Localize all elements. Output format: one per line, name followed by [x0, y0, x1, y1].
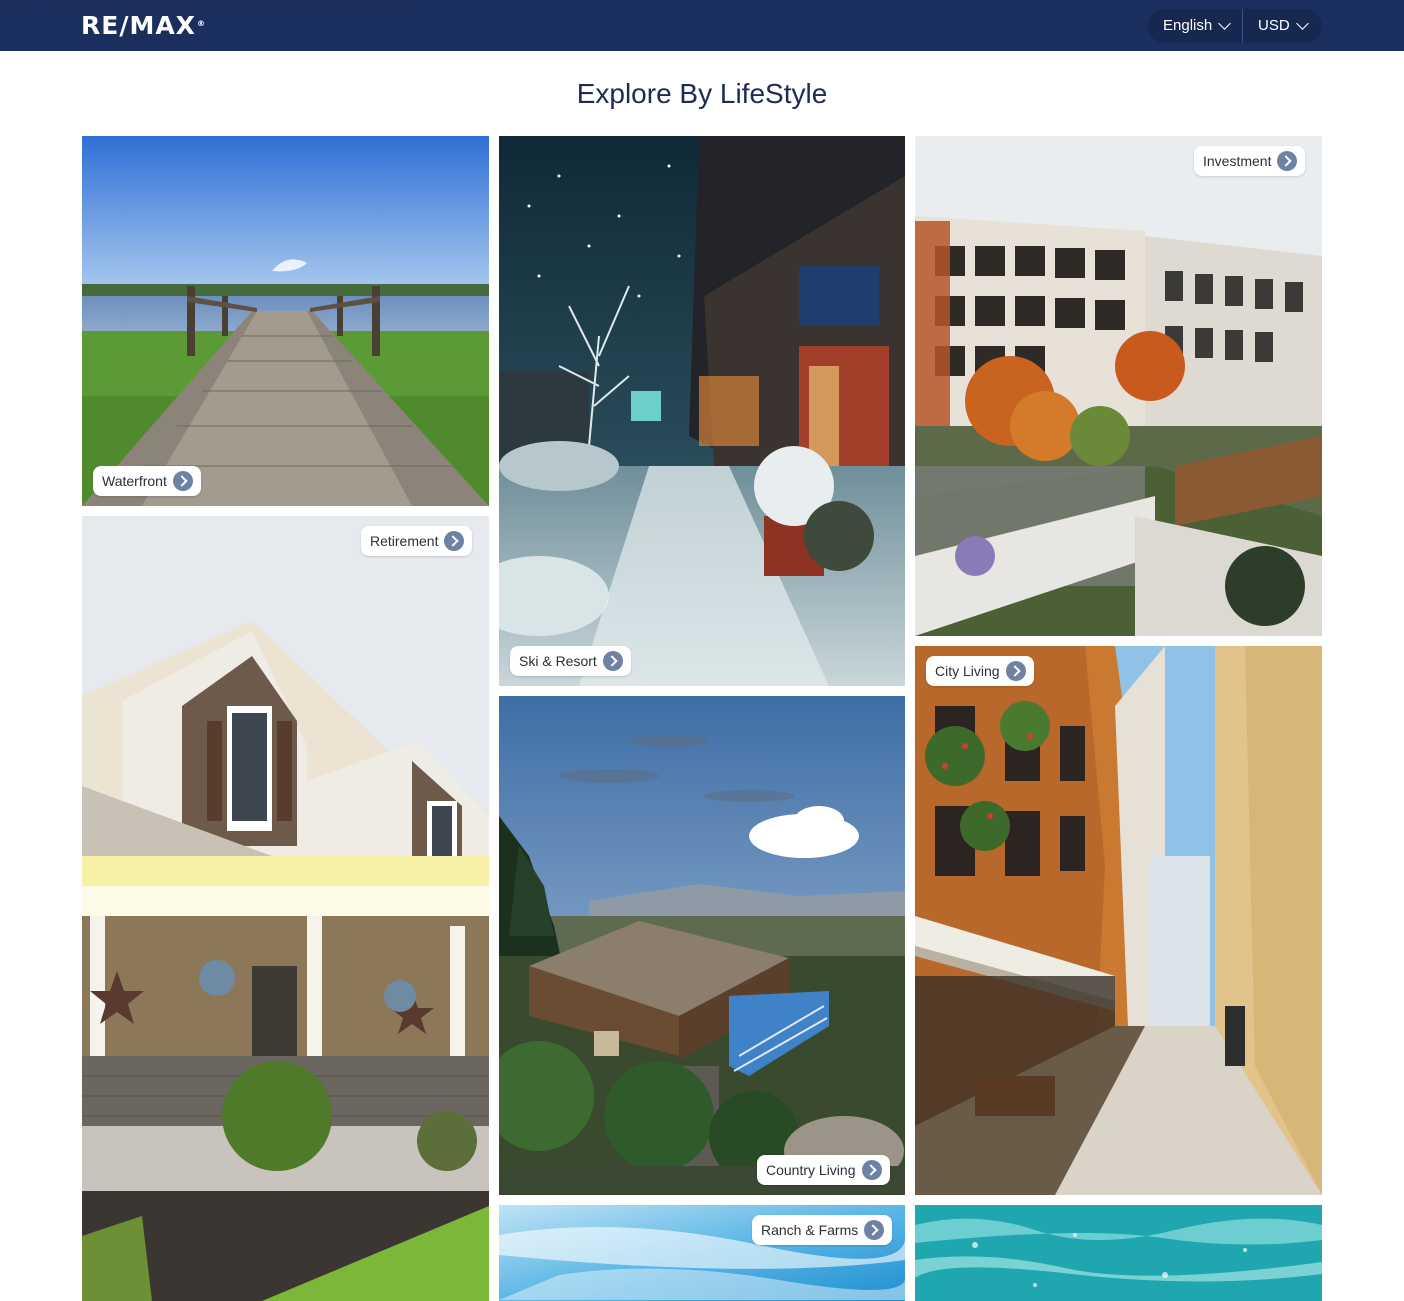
lifestyle-tile-ocean[interactable]: [915, 1205, 1322, 1301]
tile-label-badge[interactable]: Country Living: [757, 1155, 890, 1185]
chevron-right-circle-icon: [444, 531, 465, 551]
lifestyle-tile-ski-resort[interactable]: Ski & Resort: [499, 136, 905, 686]
nav-franchising[interactable]: Franchising: [270, 0, 353, 17]
ski-resort-image: [499, 136, 905, 686]
language-dropdown[interactable]: English: [1163, 16, 1232, 34]
tile-label: Investment: [1203, 153, 1272, 169]
lifestyle-tile-waterfront[interactable]: Waterfront: [82, 136, 489, 506]
lifestyle-tile-retirement[interactable]: Retirement: [82, 516, 489, 1301]
nav-contact[interactable]: Contact: [357, 0, 412, 17]
waterfront-image: [82, 136, 489, 506]
chevron-right-circle-icon: [1005, 661, 1026, 681]
lifestyle-tile-country-living[interactable]: Country Living: [499, 696, 905, 1195]
lifestyle-tile-investment[interactable]: Investment: [915, 136, 1322, 636]
logo-registered-mark: ®: [196, 19, 206, 28]
top-navigation-bar: RE/MAX® About Us Properties Offices & Ag…: [0, 0, 1404, 51]
country-living-image: [499, 696, 905, 1195]
tile-label-badge[interactable]: Ranch & Farms: [752, 1215, 893, 1245]
chevron-right-circle-icon: [172, 471, 193, 491]
locale-selector: English USD: [1148, 9, 1322, 43]
chevron-down-icon: [1218, 16, 1232, 30]
tile-label: Ranch & Farms: [761, 1222, 859, 1238]
tile-label-badge[interactable]: Ski & Resort: [510, 646, 631, 676]
tile-label: Ski & Resort: [519, 653, 597, 669]
chevron-right-circle-icon: [864, 1220, 885, 1240]
city-living-image: [915, 646, 1322, 1195]
retirement-image: [82, 516, 489, 1301]
currency-dropdown[interactable]: USD: [1258, 16, 1309, 34]
section-title: Explore By LifeStyle: [576, 78, 828, 109]
remax-logo[interactable]: RE/MAX®: [81, 12, 206, 40]
lifestyle-tile-city-living[interactable]: City Living: [915, 646, 1322, 1195]
locale-divider: [1242, 9, 1243, 43]
tile-label-badge[interactable]: Investment: [1194, 146, 1306, 176]
tile-label: City Living: [935, 663, 1000, 679]
tile-label-badge[interactable]: City Living: [926, 656, 1034, 686]
language-value: English: [1163, 17, 1213, 34]
tile-label: Waterfront: [102, 473, 167, 489]
currency-value: USD: [1258, 17, 1290, 34]
tile-label-badge[interactable]: Waterfront: [93, 466, 201, 496]
tile-label: Retirement: [370, 533, 439, 549]
nav-about-us[interactable]: About Us: [0, 0, 66, 17]
chevron-down-icon: [1295, 16, 1309, 30]
logo-text: RE/MAX: [81, 11, 196, 40]
tile-label: Country Living: [766, 1162, 856, 1178]
tile-label-badge[interactable]: Retirement: [361, 526, 473, 556]
investment-image: [915, 136, 1322, 636]
lifestyle-tile-ranch-farms[interactable]: Ranch & Farms: [499, 1205, 905, 1301]
chevron-right-circle-icon: [1277, 151, 1298, 171]
chevron-right-circle-icon: [861, 1160, 882, 1180]
ocean-image: [915, 1205, 1322, 1301]
chevron-right-circle-icon: [602, 651, 623, 671]
